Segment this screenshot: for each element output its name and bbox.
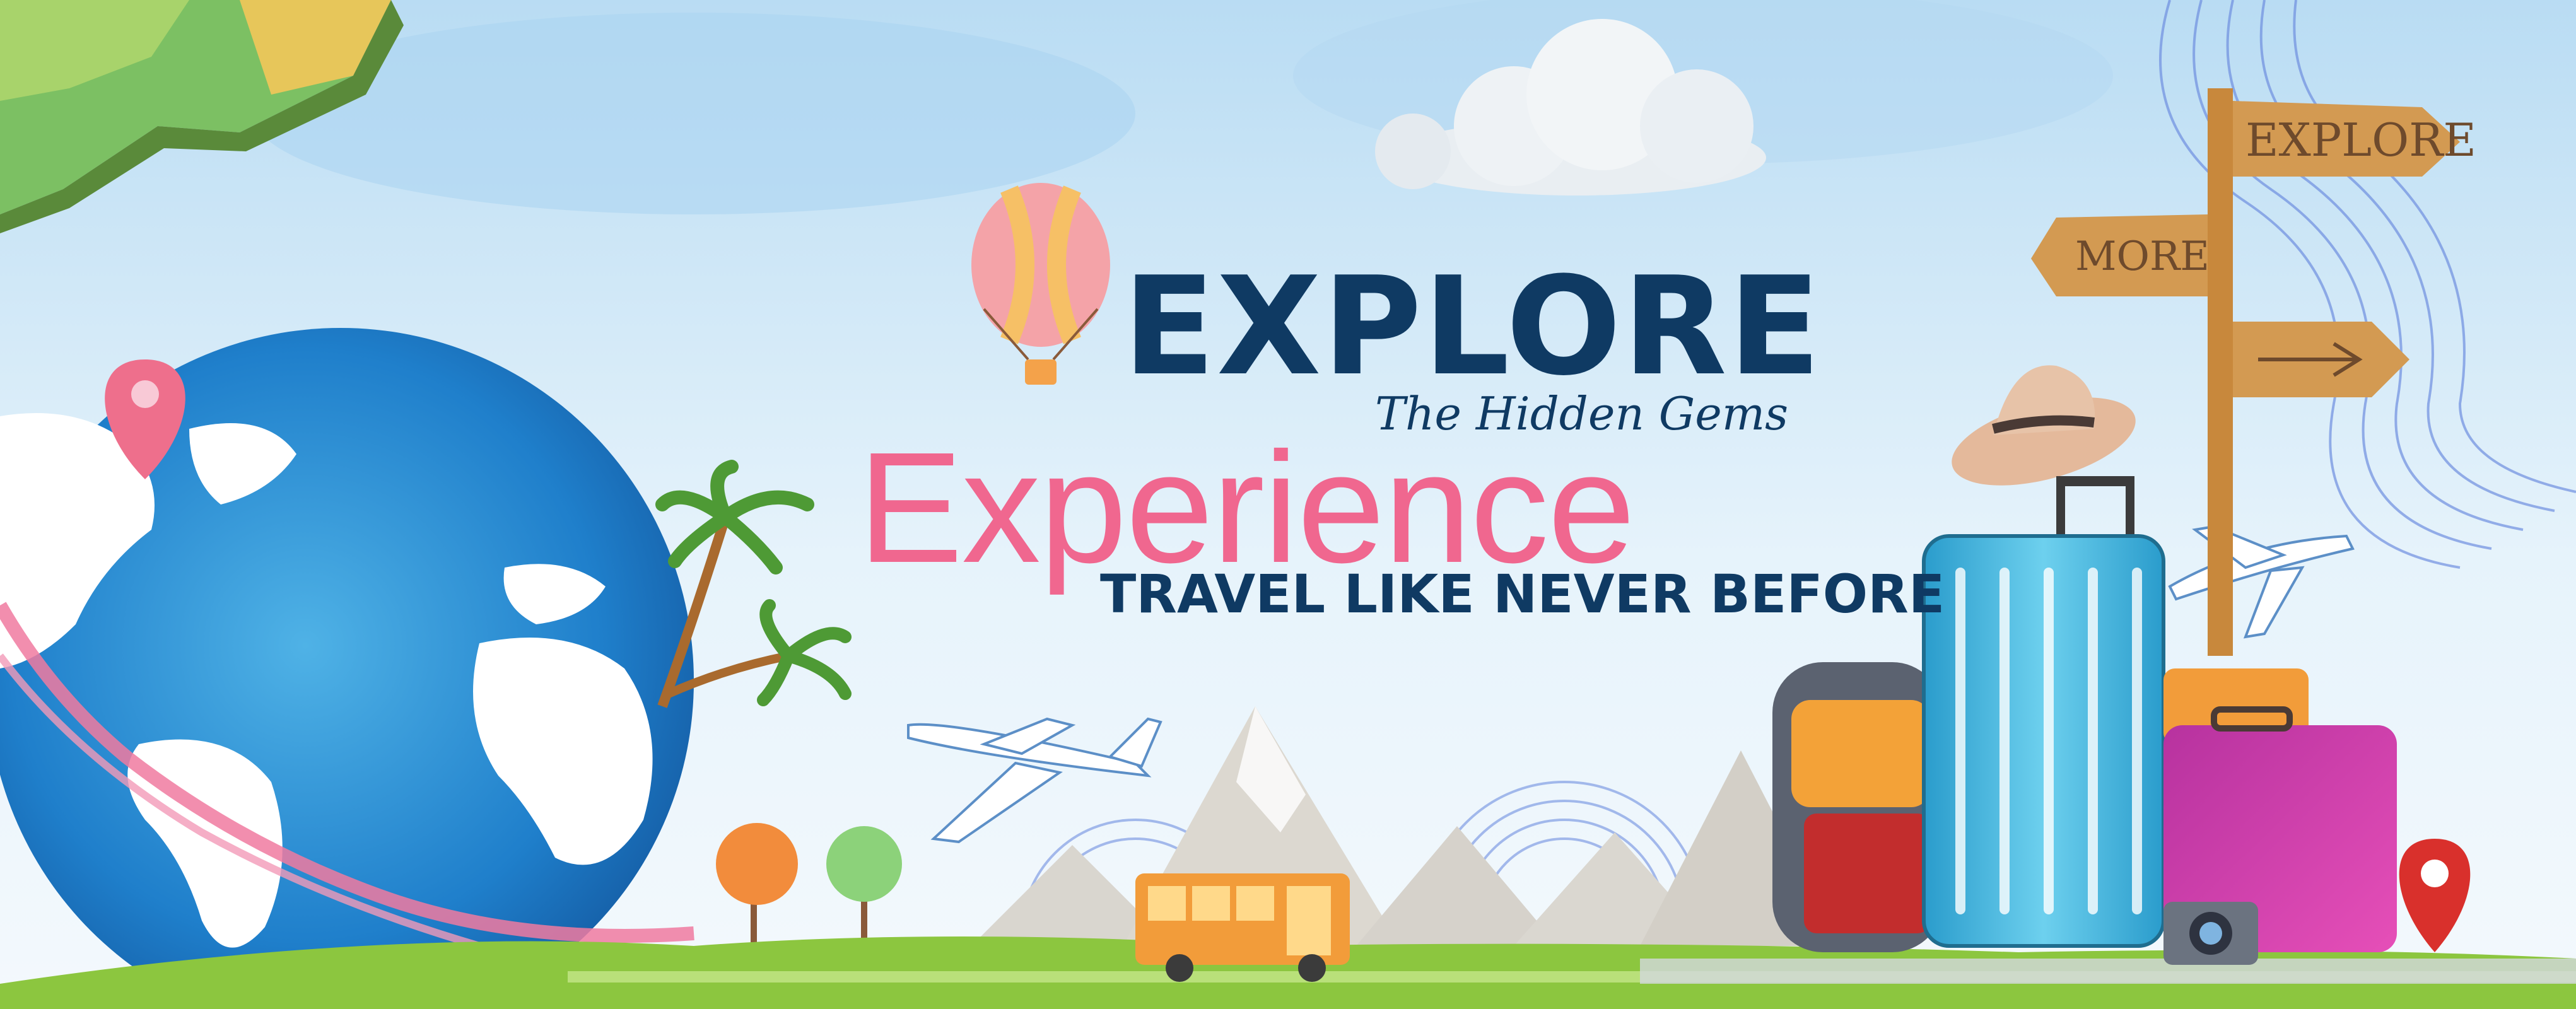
caption: TRAVEL LIKE NEVER BEFORE: [1100, 563, 1945, 625]
backpack-icon: [1772, 662, 1943, 952]
headline: EXPLORE: [1123, 247, 1822, 405]
travel-banner: EXPLORE The Hidden Gems Experience TRAVE…: [0, 0, 2576, 1009]
camera-icon: [2163, 902, 2258, 965]
pavement: [1640, 959, 2576, 984]
suitcase-icon: [1922, 476, 2165, 948]
sign-label-explore: EXPLORE: [2245, 114, 2476, 166]
sign-label-more: MORE: [2075, 233, 2210, 280]
